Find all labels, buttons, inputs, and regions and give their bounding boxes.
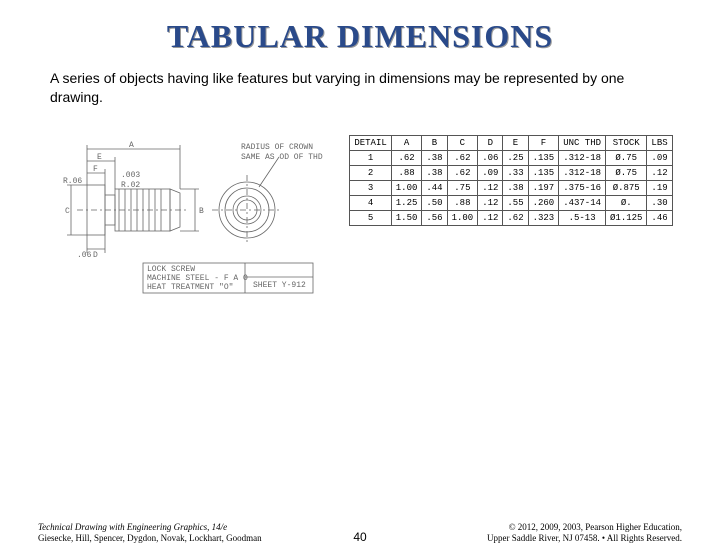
- col-lbs: LBS: [647, 135, 672, 150]
- authors: Giesecke, Hill, Spencer, Dygdon, Novak, …: [38, 533, 262, 543]
- address: Upper Saddle River, NJ 07458. • All Righ…: [487, 533, 682, 543]
- table-cell: .55: [503, 195, 528, 210]
- table-cell: .38: [422, 150, 447, 165]
- table-cell: .375-16: [559, 180, 606, 195]
- svg-text:RADIUS OF CROWN: RADIUS OF CROWN: [241, 143, 313, 152]
- col-c: C: [447, 135, 478, 150]
- table-row: 2.88.38.62.09.33.135.312-18Ø.75.12: [350, 165, 672, 180]
- svg-text:SHEET Y-912: SHEET Y-912: [253, 281, 306, 290]
- table-cell: 1.00: [447, 210, 478, 225]
- table-cell: .135: [528, 165, 559, 180]
- col-e: E: [503, 135, 528, 150]
- table-cell: .12: [478, 210, 503, 225]
- table-cell: .12: [478, 180, 503, 195]
- table-cell: .46: [647, 210, 672, 225]
- table-header-row: DETAIL A B C D E F UNC THD STOCK LBS: [350, 135, 672, 150]
- description-text: A series of objects having like features…: [50, 69, 670, 107]
- col-thd: UNC THD: [559, 135, 606, 150]
- svg-text:E: E: [97, 153, 102, 162]
- col-f: F: [528, 135, 559, 150]
- table-cell: .88: [447, 195, 478, 210]
- col-stock: STOCK: [606, 135, 647, 150]
- svg-text:SAME AS OD OF THD: SAME AS OD OF THD: [241, 153, 323, 162]
- col-d: D: [478, 135, 503, 150]
- table-cell: .38: [503, 180, 528, 195]
- table-cell: .56: [422, 210, 447, 225]
- svg-text:LOCK SCREW: LOCK SCREW: [147, 265, 195, 274]
- table-cell: Ø.875: [606, 180, 647, 195]
- table-cell: .50: [422, 195, 447, 210]
- svg-text:B: B: [199, 207, 204, 216]
- table-cell: .197: [528, 180, 559, 195]
- table-row: 41.25.50.88.12.55.260.437-14Ø..30: [350, 195, 672, 210]
- table-cell: .12: [647, 165, 672, 180]
- table-cell: 1.25: [391, 195, 422, 210]
- table-cell: .09: [478, 165, 503, 180]
- engineering-drawing: A E F C D B R.06 .003 R.02 .06 RADIUS OF…: [47, 117, 337, 297]
- svg-text:HEAT TREATMENT "O": HEAT TREATMENT "O": [147, 283, 233, 292]
- table-cell: 1: [350, 150, 391, 165]
- page-number: 40: [353, 530, 366, 544]
- table-cell: .33: [503, 165, 528, 180]
- footer-right: © 2012, 2009, 2003, Pearson Higher Educa…: [487, 522, 682, 544]
- table-cell: .62: [503, 210, 528, 225]
- col-detail: DETAIL: [350, 135, 391, 150]
- page-title: TABULAR DIMENSIONS: [0, 18, 720, 55]
- table-cell: .25: [503, 150, 528, 165]
- svg-text:.06: .06: [77, 251, 92, 260]
- col-b: B: [422, 135, 447, 150]
- table-row: 31.00.44.75.12.38.197.375-16Ø.875.19: [350, 180, 672, 195]
- footer-left: Technical Drawing with Engineering Graph…: [38, 522, 262, 544]
- table-cell: .260: [528, 195, 559, 210]
- table-cell: .75: [447, 180, 478, 195]
- table-cell: .62: [391, 150, 422, 165]
- book-title: Technical Drawing with Engineering Graph…: [38, 522, 227, 532]
- table-cell: .5-13: [559, 210, 606, 225]
- copyright: © 2012, 2009, 2003, Pearson Higher Educa…: [509, 522, 682, 532]
- table-cell: .312-18: [559, 150, 606, 165]
- table-cell: 1.50: [391, 210, 422, 225]
- table-cell: 3: [350, 180, 391, 195]
- table-cell: .12: [478, 195, 503, 210]
- figure-container: A E F C D B R.06 .003 R.02 .06 RADIUS OF…: [0, 117, 720, 297]
- table-cell: .62: [447, 150, 478, 165]
- table-cell: 1.00: [391, 180, 422, 195]
- svg-text:F: F: [93, 165, 98, 174]
- table-row: 51.50.561.00.12.62.323.5-13Ø1.125.46: [350, 210, 672, 225]
- table-cell: .312-18: [559, 165, 606, 180]
- svg-text:MACHINE STEEL - F A O: MACHINE STEEL - F A O: [147, 274, 248, 283]
- table-row: 1.62.38.62.06.25.135.312-18Ø.75.09: [350, 150, 672, 165]
- table-cell: .06: [478, 150, 503, 165]
- table-cell: .135: [528, 150, 559, 165]
- table-cell: 2: [350, 165, 391, 180]
- svg-text:D: D: [93, 251, 98, 260]
- table-cell: 4: [350, 195, 391, 210]
- dimensions-table: DETAIL A B C D E F UNC THD STOCK LBS 1.6…: [349, 135, 672, 226]
- col-a: A: [391, 135, 422, 150]
- table-cell: Ø.75: [606, 150, 647, 165]
- table-cell: Ø1.125: [606, 210, 647, 225]
- table-cell: .19: [647, 180, 672, 195]
- svg-text:A: A: [129, 141, 134, 150]
- table-cell: Ø.75: [606, 165, 647, 180]
- table-cell: .44: [422, 180, 447, 195]
- table-cell: .437-14: [559, 195, 606, 210]
- table-cell: .30: [647, 195, 672, 210]
- table-cell: .88: [391, 165, 422, 180]
- svg-text:R.02: R.02: [121, 181, 140, 190]
- svg-text:R.06: R.06: [63, 177, 82, 186]
- table-cell: .38: [422, 165, 447, 180]
- table-cell: .09: [647, 150, 672, 165]
- table-cell: Ø.: [606, 195, 647, 210]
- svg-text:.003: .003: [121, 171, 140, 180]
- table-cell: 5: [350, 210, 391, 225]
- table-cell: .323: [528, 210, 559, 225]
- table-cell: .62: [447, 165, 478, 180]
- svg-text:C: C: [65, 207, 70, 216]
